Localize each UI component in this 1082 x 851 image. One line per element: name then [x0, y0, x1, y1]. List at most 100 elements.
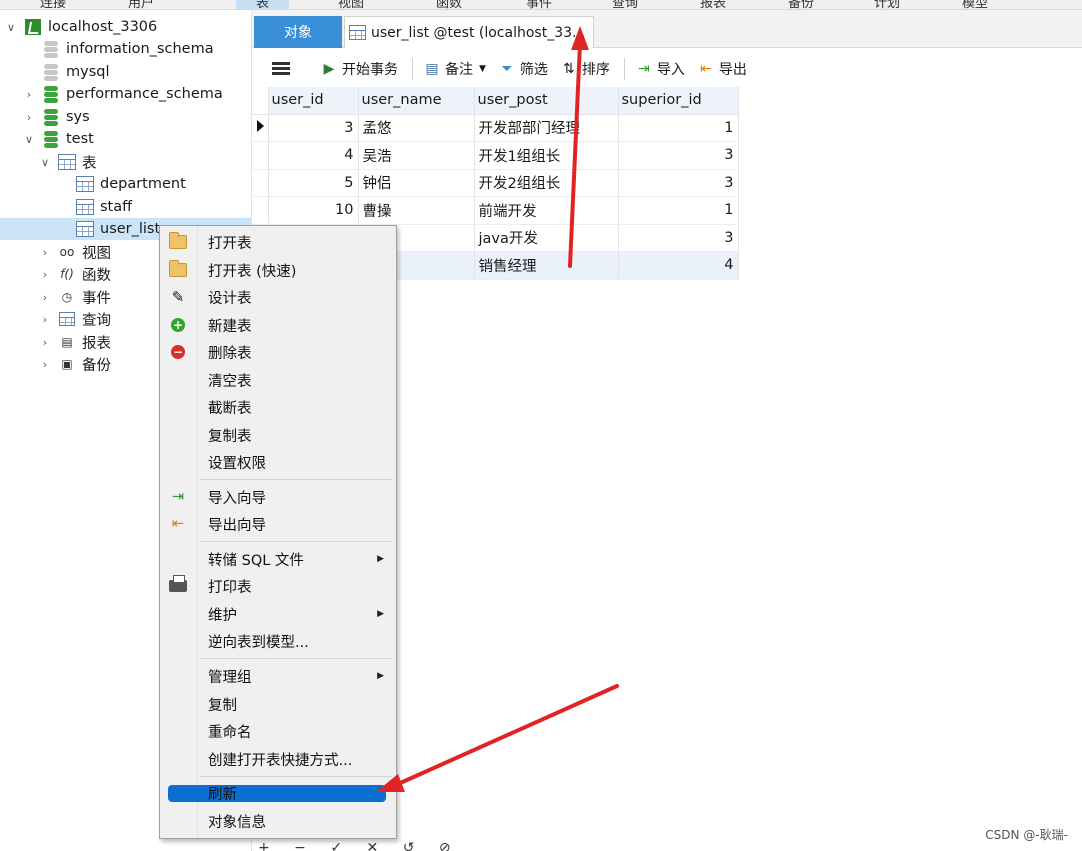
dropdown-caret-icon[interactable]: ▼ — [479, 64, 486, 74]
menu-item-import-wizard[interactable]: ⇥ 导入向导 — [162, 484, 394, 510]
cell-superior-id[interactable]: 3 — [618, 224, 739, 252]
cell-user-post[interactable]: 销售经理 — [474, 251, 619, 280]
cell-superior-id[interactable]: 4 — [618, 251, 739, 280]
menu-item-export-wizard[interactable]: ⇤ 导出向导 — [162, 511, 394, 537]
menu-item-empty-table[interactable]: 清空表 — [162, 367, 394, 393]
menu-item-delete-table[interactable]: − 删除表 — [162, 339, 394, 365]
menu-event[interactable]: 事件 — [526, 0, 552, 9]
cell-user-post[interactable]: java开发 — [474, 224, 619, 252]
tree-db-sys[interactable]: › sys — [22, 106, 90, 128]
menu-item-maintain[interactable]: 维护 ▶ — [162, 601, 394, 627]
menu-item-rename[interactable]: 重命名 — [162, 718, 394, 744]
expand-chevron-icon[interactable]: › — [38, 246, 52, 259]
cell-user-id[interactable]: 4 — [268, 141, 359, 170]
menu-report[interactable]: 报表 — [700, 0, 726, 9]
menu-item-object-info[interactable]: 对象信息 — [162, 808, 394, 834]
cell-user-name[interactable]: 曹操 — [358, 196, 475, 225]
table-label: staff — [100, 199, 133, 215]
table-row[interactable]: 5 钟侣 开发2组组长 3 — [252, 169, 739, 197]
table-row[interactable]: 3 孟悠 开发部部门经理 1 — [252, 114, 739, 142]
tab-user-list[interactable]: user_list @test (localhost_33... — [344, 16, 594, 48]
column-header-user-post[interactable]: user_post — [474, 87, 619, 115]
menu-connection[interactable]: 连接 — [40, 0, 66, 9]
cell-superior-id[interactable]: 1 — [618, 114, 739, 142]
menu-view[interactable]: 视图 — [338, 0, 364, 9]
tree-tables-group[interactable]: ∨ 表 — [38, 151, 97, 173]
menu-item-reverse-to-model[interactable]: 逆向表到模型... — [162, 628, 394, 654]
cell-user-id[interactable]: 10 — [268, 196, 359, 225]
expand-chevron-icon[interactable]: ∨ — [4, 21, 18, 34]
tree-reports-group[interactable]: › ▤ 报表 — [38, 331, 111, 353]
expand-chevron-icon[interactable]: ∨ — [38, 156, 52, 169]
tree-db-information-schema[interactable]: information_schema — [22, 38, 214, 60]
tree-backups-group[interactable]: › ▣ 备份 — [38, 353, 111, 375]
expand-chevron-icon[interactable]: › — [38, 358, 52, 371]
cell-user-post[interactable]: 开发2组组长 — [474, 169, 619, 197]
menu-schedule[interactable]: 计划 — [874, 0, 900, 9]
tree-queries-group[interactable]: › 查询 — [38, 308, 111, 330]
table-row[interactable]: 10 曹操 前端开发 1 — [252, 196, 739, 225]
tree-db-performance-schema[interactable]: › performance_schema — [22, 83, 223, 105]
record-navigation-bar[interactable]: + − ✓ ✕ ↺ ⊘ — [258, 840, 461, 851]
cell-superior-id[interactable]: 3 — [618, 169, 739, 197]
cell-user-id[interactable]: 3 — [268, 114, 359, 142]
filter-button[interactable]: ⏷ 筛选 — [494, 56, 552, 82]
expand-chevron-icon[interactable]: › — [38, 313, 52, 326]
cell-superior-id[interactable]: 1 — [618, 196, 739, 225]
menu-item-duplicate-table[interactable]: 复制表 — [162, 422, 394, 448]
table-row[interactable]: 4 吴浩 开发1组组长 3 — [252, 141, 739, 170]
begin-transaction-button[interactable]: ▶ 开始事务 — [316, 56, 402, 82]
tree-db-test[interactable]: ∨ test — [22, 128, 94, 150]
menu-item-design-table[interactable]: ✎ 设计表 — [162, 284, 394, 310]
menu-item-set-permissions[interactable]: 设置权限 — [162, 449, 394, 475]
menu-query[interactable]: 查询 — [612, 0, 638, 9]
tree-views-group[interactable]: › oo 视图 — [38, 241, 111, 263]
menu-user[interactable]: 用户 — [128, 0, 154, 9]
menu-backup[interactable]: 备份 — [788, 0, 814, 9]
tree-events-group[interactable]: › ◷ 事件 — [38, 286, 111, 308]
cell-user-post[interactable]: 开发1组组长 — [474, 141, 619, 170]
export-button[interactable]: ⇤ 导出 — [693, 56, 751, 82]
tree-functions-group[interactable]: › f() 函数 — [38, 263, 111, 285]
column-header-user-name[interactable]: user_name — [358, 87, 475, 115]
expand-chevron-icon[interactable]: › — [22, 88, 36, 101]
cell-user-name[interactable]: 孟悠 — [358, 114, 475, 142]
tab-objects[interactable]: 对象 — [254, 16, 342, 48]
tree-db-mysql[interactable]: mysql — [22, 61, 110, 83]
menu-model[interactable]: 模型 — [962, 0, 988, 9]
menu-item-refresh[interactable]: 刷新 — [168, 785, 386, 803]
menu-function[interactable]: 函数 — [436, 0, 462, 9]
import-button[interactable]: ⇥ 导入 — [631, 56, 689, 82]
column-header-superior-id[interactable]: superior_id — [618, 87, 739, 115]
menu-item-open-table-quick[interactable]: 打开表 (快速) — [162, 257, 394, 283]
menu-item-open-table[interactable]: 打开表 — [162, 229, 394, 255]
menu-item-copy[interactable]: 复制 — [162, 691, 394, 717]
menu-table[interactable]: 表 — [236, 0, 290, 9]
cell-user-post[interactable]: 前端开发 — [474, 196, 619, 225]
expand-chevron-icon[interactable]: › — [38, 336, 52, 349]
menu-item-manage-group[interactable]: 管理组 ▶ — [162, 663, 394, 689]
memo-button[interactable]: ▤ 备注 ▼ — [419, 56, 490, 82]
cell-user-post[interactable]: 开发部部门经理 — [474, 114, 619, 142]
tree-table-department[interactable]: department — [56, 173, 186, 195]
column-header-user-id[interactable]: user_id — [268, 87, 359, 115]
import-wizard-icon: ⇥ — [171, 489, 185, 505]
tree-table-staff[interactable]: staff — [56, 196, 132, 218]
expand-chevron-icon[interactable]: › — [22, 111, 36, 124]
cell-superior-id[interactable]: 3 — [618, 141, 739, 170]
expand-chevron-icon[interactable]: › — [38, 268, 52, 281]
cell-user-name[interactable]: 吴浩 — [358, 141, 475, 170]
menu-item-create-shortcut[interactable]: 创建打开表快捷方式... — [162, 746, 394, 772]
expand-chevron-icon[interactable]: ∨ — [22, 133, 36, 146]
cell-user-name[interactable]: 钟侣 — [358, 169, 475, 197]
menu-hamburger-icon[interactable] — [272, 62, 290, 76]
menu-item-truncate-table[interactable]: 截断表 — [162, 394, 394, 420]
menu-item-dump-sql[interactable]: 转储 SQL 文件 ▶ — [162, 546, 394, 572]
backups-label: 备份 — [82, 357, 111, 374]
tree-connection[interactable]: ∨ localhost_3306 — [4, 16, 157, 38]
menu-item-new-table[interactable]: + 新建表 — [162, 312, 394, 338]
sort-button[interactable]: ⇅ 排序 — [556, 56, 614, 82]
cell-user-id[interactable]: 5 — [268, 169, 359, 197]
expand-chevron-icon[interactable]: › — [38, 291, 52, 304]
menu-item-print-table[interactable]: 打印表 — [162, 573, 394, 599]
